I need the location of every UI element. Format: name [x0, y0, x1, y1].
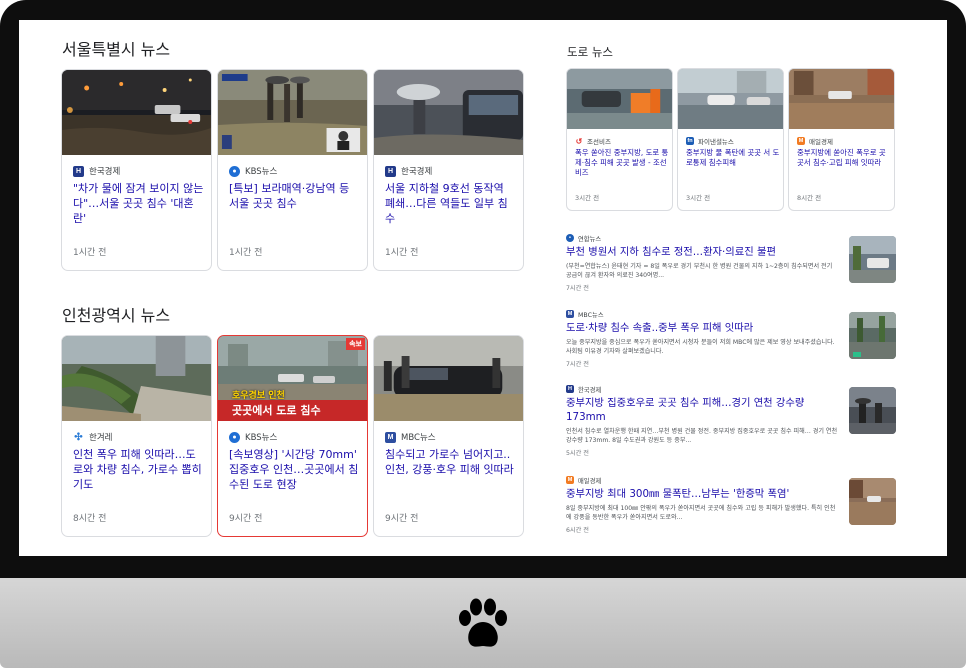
- news-time: 8시간 전: [73, 514, 107, 524]
- news-source: • 연합뉴스: [566, 233, 896, 243]
- news-thumbnail: [374, 336, 523, 421]
- news-source: ↺ 조선비즈: [575, 136, 611, 146]
- hankyung-icon: H: [73, 165, 84, 177]
- news-card[interactable]: M MBC뉴스 침수되고 가로수 넘어지고..인천, 강풍·호우 피해 잇따라 9…: [373, 335, 524, 537]
- chosun-icon: ↺: [575, 136, 583, 146]
- news-thumbnail: 속보 호우경보 인천 곳곳에서 도로 침수: [218, 336, 367, 421]
- news-title[interactable]: 폭우 쏟아진 중부지방, 도로 통제·침수 피해 곳곳 발생 - 조선비즈: [575, 148, 669, 178]
- news-thumbnail: [62, 70, 211, 155]
- news-time: 9시간 전: [229, 514, 263, 524]
- news-snippet: 인천서 침수로 열차운행 한때 지연…부천 병원 건물 정전. 중부지방 집중호…: [566, 428, 838, 444]
- news-source: ● KBS뉴스: [229, 431, 277, 443]
- news-title[interactable]: 도로·차량 침수 속출..중부 폭우 피해 잇따라: [566, 321, 838, 335]
- news-title[interactable]: 부천 병원서 지하 침수로 정전…환자·의료진 불편: [566, 245, 838, 259]
- seoul-section-title: 서울특별시 뉴스: [62, 40, 171, 59]
- news-title[interactable]: 침수되고 가로수 넘어지고..인천, 강풍·호우 피해 잇따라: [385, 447, 517, 477]
- news-thumbnail: [567, 69, 672, 129]
- news-card[interactable]: ✣ 한겨레 인천 폭우 피해 잇따라…도로와 차량 침수, 가로수 뽑히기도 8시…: [61, 335, 212, 537]
- hani-icon: ✣: [73, 431, 84, 443]
- news-time: 6시간 전: [566, 527, 589, 534]
- news-source: ● KBS뉴스: [229, 165, 277, 177]
- news-source: M MBC뉴스: [385, 431, 436, 443]
- news-title[interactable]: [특보] 보라매역·강남역 등 서울 곳곳 침수: [229, 181, 361, 211]
- hankyung-icon: H: [385, 165, 396, 177]
- mbc-icon: M: [566, 310, 574, 318]
- browser-screen: 서울특별시 뉴스 H 한국경제 "차가 물에 잠겨 보이지 않는다"…서울 곳곳 …: [19, 20, 947, 556]
- news-time: 1시간 전: [229, 248, 263, 258]
- news-thumbnail: [849, 387, 896, 434]
- news-thumbnail: [374, 70, 523, 155]
- news-title[interactable]: 중부지방에 쏟아진 폭우로 곳곳서 침수·고립 피해 잇따라: [797, 148, 891, 168]
- mk-icon: M: [797, 137, 805, 145]
- news-snippet: 8일 중부지방에 최대 100㎜ 안팎의 폭우가 쏟아지면서 곳곳에 침수와 고…: [566, 505, 836, 521]
- news-source: H 한국경제: [73, 165, 120, 177]
- road-news-card[interactable]: fn 파이낸셜뉴스 중부지방 물 폭탄에 곳곳 서 도로통제 침수피해 3시간 전: [677, 68, 784, 211]
- news-thumbnail: [678, 69, 783, 129]
- news-time: 8시간 전: [797, 194, 822, 202]
- paw-print-logo-icon: [459, 598, 507, 647]
- list-item[interactable]: M MBC뉴스 도로·차량 침수 속출..중부 폭우 피해 잇따라 오늘 중부지방…: [566, 309, 896, 368]
- news-time: 3시간 전: [575, 194, 600, 202]
- news-title[interactable]: 중부지방 최대 300㎜ 물폭탄…남부는 '한증막 폭염': [566, 487, 838, 501]
- news-card[interactable]: ● KBS뉴스 [특보] 보라매역·강남역 등 서울 곳곳 침수 1시간 전: [217, 69, 368, 271]
- road-news-card[interactable]: ↺ 조선비즈 폭우 쏟아진 중부지방, 도로 통제·침수 피해 곳곳 발생 - 조…: [566, 68, 673, 211]
- news-time: 5시간 전: [566, 450, 589, 457]
- list-item[interactable]: • 연합뉴스 부천 병원서 지하 침수로 정전…환자·의료진 불편 (부천=연합뉴…: [566, 233, 896, 292]
- news-source: M 매일경제: [566, 476, 602, 485]
- news-source: ✣ 한겨레: [73, 431, 113, 443]
- news-thumbnail: [218, 70, 367, 155]
- news-title[interactable]: [속보영상] '시간당 70mm' 집중호우 인천…곳곳에서 침수된 도로 현장: [229, 447, 361, 492]
- news-source: M MBC뉴스: [566, 310, 604, 319]
- mbc-icon: M: [385, 431, 396, 443]
- thumb-caption-bottom: 곳곳에서 도로 침수: [218, 400, 367, 421]
- list-item[interactable]: M 매일경제 중부지방 최대 300㎜ 물폭탄…남부는 '한증막 폭염' 8일 중…: [566, 475, 896, 534]
- news-title[interactable]: 서울 지하철 9호선 동작역 폐쇄…다른 역들도 일부 침수: [385, 181, 517, 226]
- hankyung-icon: H: [566, 385, 574, 393]
- news-thumbnail: [849, 312, 896, 359]
- yonhap-icon: •: [566, 234, 574, 242]
- news-card[interactable]: H 한국경제 "차가 물에 잠겨 보이지 않는다"…서울 곳곳 침수 '대혼란' …: [61, 69, 212, 271]
- news-title[interactable]: "차가 물에 잠겨 보이지 않는다"…서울 곳곳 침수 '대혼란': [73, 181, 205, 226]
- road-section-title: 도로 뉴스: [567, 45, 613, 59]
- breaking-badge: 속보: [346, 338, 365, 350]
- news-card[interactable]: 속보 호우경보 인천 곳곳에서 도로 침수 ● KBS뉴스 [속보영상] '시간당…: [217, 335, 368, 537]
- news-thumbnail: [849, 236, 896, 283]
- news-source: H 한국경제: [385, 165, 432, 177]
- news-source: H 한국경제: [566, 385, 602, 394]
- news-thumbnail: [849, 478, 896, 525]
- news-thumbnail: [789, 69, 894, 129]
- news-title[interactable]: 중부지방 물 폭탄에 곳곳 서 도로통제 침수피해: [686, 148, 780, 168]
- news-time: 7시간 전: [566, 361, 589, 368]
- list-item[interactable]: H 한국경제 중부지방 집중호우로 곳곳 침수 피해…경기 연천 강수량 173m…: [566, 384, 896, 457]
- kbs-icon: ●: [229, 165, 240, 177]
- fn-icon: fn: [686, 137, 694, 145]
- news-time: 1시간 전: [73, 248, 107, 258]
- news-time: 7시간 전: [566, 285, 589, 292]
- incheon-section-title: 인천광역시 뉴스: [62, 306, 171, 325]
- news-snippet: 오늘 중부지방을 중심으로 폭우가 쏟아지면서 시청자 분들이 저희 MBC에 …: [566, 339, 835, 355]
- news-time: 1시간 전: [385, 248, 419, 258]
- road-news-card[interactable]: M 매일경제 중부지방에 쏟아진 폭우로 곳곳서 침수·고립 피해 잇따라 8시간…: [788, 68, 895, 211]
- news-snippet: (부천=연합뉴스) 윤태현 기자 = 8일 폭우로 경기 부천시 한 병원 건물…: [566, 263, 833, 279]
- news-thumbnail: [62, 336, 211, 421]
- news-time: 9시간 전: [385, 514, 419, 524]
- mk-icon: M: [566, 476, 574, 484]
- kbs-icon: ●: [229, 431, 240, 443]
- news-source: fn 파이낸셜뉴스: [686, 137, 734, 146]
- news-source: M 매일경제: [797, 137, 833, 146]
- news-card[interactable]: H 한국경제 서울 지하철 9호선 동작역 폐쇄…다른 역들도 일부 침수 1시간…: [373, 69, 524, 271]
- news-title[interactable]: 인천 폭우 피해 잇따라…도로와 차량 침수, 가로수 뽑히기도: [73, 447, 205, 492]
- news-title[interactable]: 중부지방 집중호우로 곳곳 침수 피해…경기 연천 강수량 173mm: [566, 396, 838, 424]
- news-time: 3시간 전: [686, 194, 711, 202]
